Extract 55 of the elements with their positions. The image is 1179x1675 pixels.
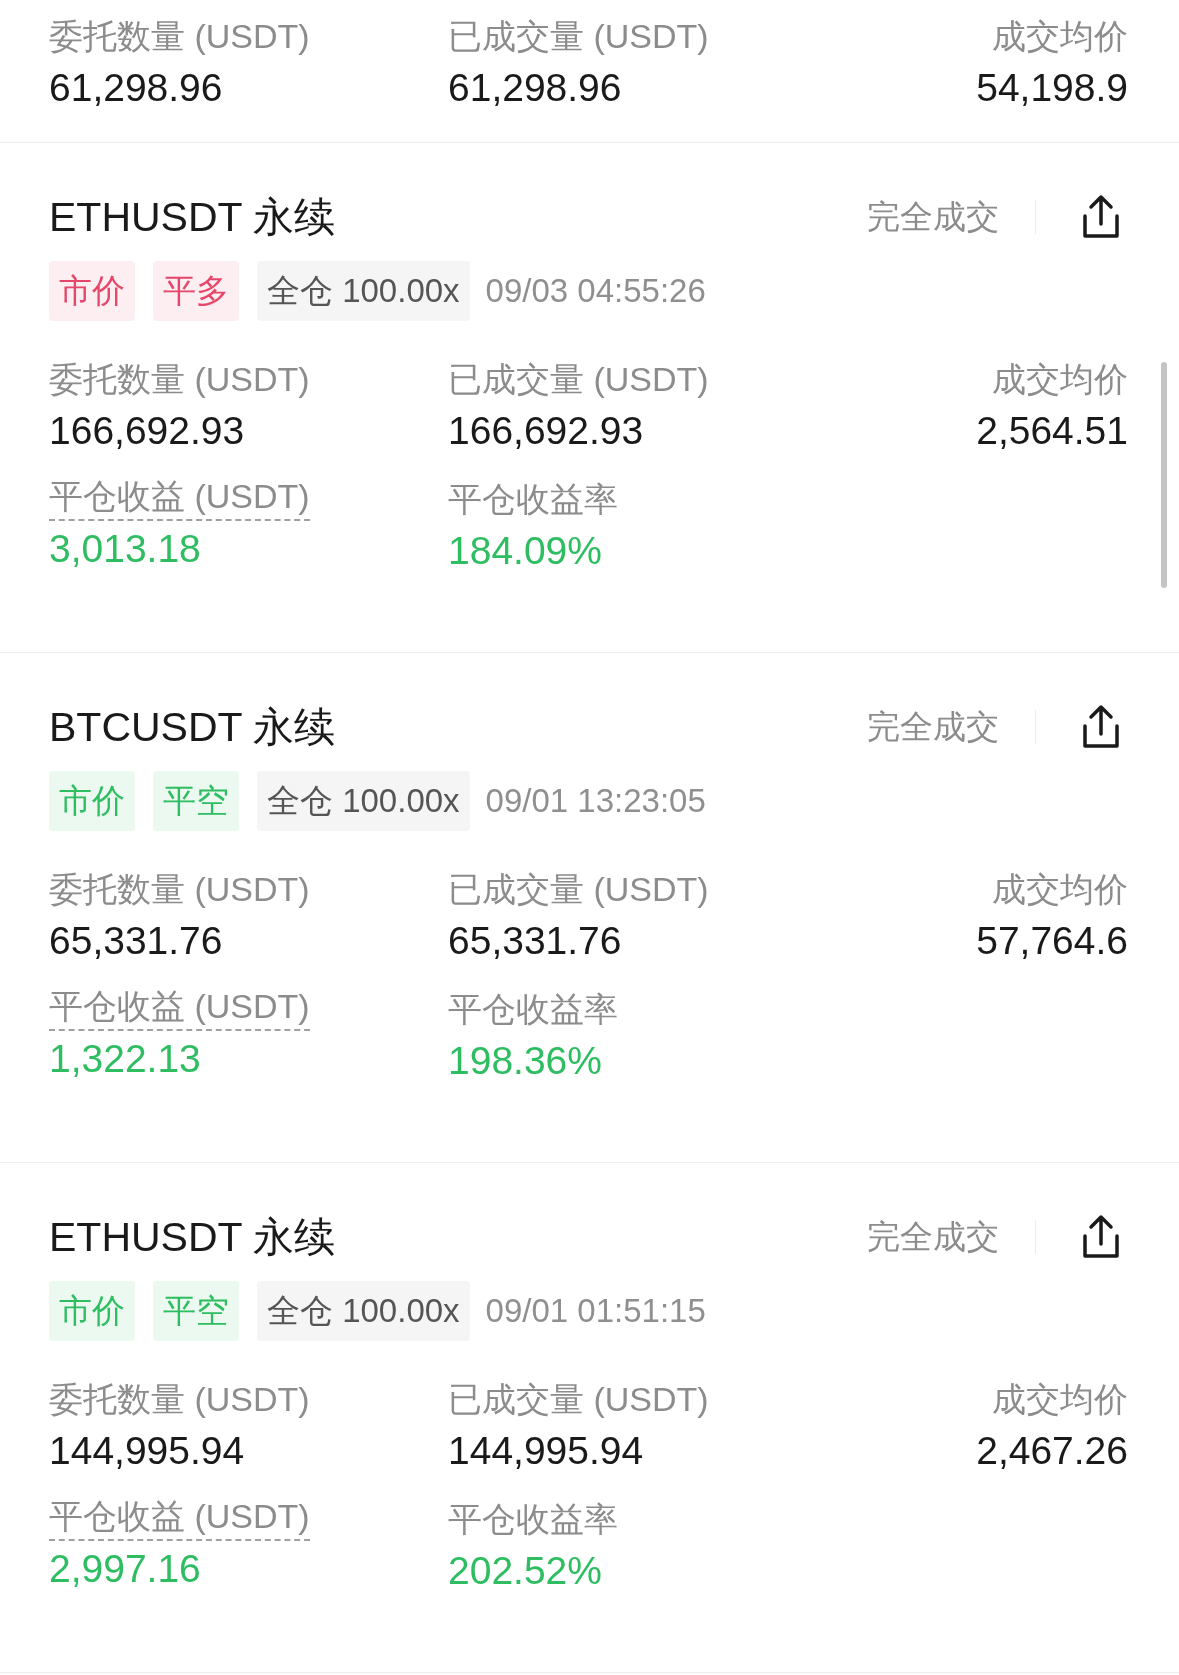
stat-value: 65,331.76 bbox=[49, 918, 224, 964]
stat-value: 144,995.94 bbox=[448, 1428, 645, 1474]
stat-label: 委托数量 (USDT) bbox=[49, 869, 310, 910]
order-status: 完全成交 bbox=[867, 1216, 999, 1257]
pnl-value: 3,013.18 bbox=[49, 526, 202, 572]
stat-value: 61,298.96 bbox=[49, 65, 224, 111]
stat-value: 54,198.9 bbox=[976, 65, 1128, 111]
stat-label: 成交均价 bbox=[992, 869, 1128, 910]
stat-value: 166,692.93 bbox=[49, 408, 246, 454]
stat-value: 2,564.51 bbox=[976, 408, 1128, 454]
order-tag: 市价 bbox=[49, 771, 135, 831]
order-symbol: ETHUSDT 永续 bbox=[49, 192, 337, 242]
stat-label: 委托数量 (USDT) bbox=[49, 359, 310, 400]
stat-label: 已成交量 (USDT) bbox=[448, 16, 709, 57]
stat-value: 65,331.76 bbox=[448, 918, 623, 964]
pnl-rate-value: 198.36% bbox=[448, 1038, 603, 1084]
stat-label: 委托数量 (USDT) bbox=[49, 1379, 310, 1420]
order-tag: 平空 bbox=[153, 771, 239, 831]
pnl-rate-label: 平仓收益率 bbox=[448, 479, 618, 520]
stat-value: 144,995.94 bbox=[49, 1428, 246, 1474]
pnl-value: 1,322.13 bbox=[49, 1036, 202, 1082]
stat-label: 已成交量 (USDT) bbox=[448, 1379, 709, 1420]
margin-tag: 全仓 100.00x bbox=[257, 261, 470, 321]
stat-label: 已成交量 (USDT) bbox=[448, 359, 709, 400]
stat-value: 61,298.96 bbox=[448, 65, 623, 111]
pnl-rate-value: 184.09% bbox=[448, 528, 603, 574]
order-symbol: ETHUSDT 永续 bbox=[49, 1212, 337, 1262]
order-status: 完全成交 bbox=[867, 196, 999, 237]
pnl-label[interactable]: 平仓收益 (USDT) bbox=[49, 475, 310, 521]
order-tag: 市价 bbox=[49, 261, 135, 321]
order-time: 09/03 04:55:26 bbox=[485, 272, 706, 310]
stat-value: 2,467.26 bbox=[976, 1428, 1128, 1474]
order-tag: 平多 bbox=[153, 261, 239, 321]
scroll-bar[interactable] bbox=[1161, 362, 1167, 588]
order-time: 09/01 01:51:15 bbox=[485, 1292, 706, 1330]
pnl-label[interactable]: 平仓收益 (USDT) bbox=[49, 985, 310, 1031]
margin-tag: 全仓 100.00x bbox=[257, 771, 470, 831]
order-symbol: BTCUSDT 永续 bbox=[49, 702, 337, 752]
pnl-label[interactable]: 平仓收益 (USDT) bbox=[49, 1495, 310, 1541]
stat-label: 成交均价 bbox=[992, 16, 1128, 57]
stat-label: 成交均价 bbox=[992, 359, 1128, 400]
order-tag: 平空 bbox=[153, 1281, 239, 1341]
margin-tag: 全仓 100.00x bbox=[257, 1281, 470, 1341]
stat-label: 已成交量 (USDT) bbox=[448, 869, 709, 910]
pnl-rate-label: 平仓收益率 bbox=[448, 1499, 618, 1540]
stat-label: 委托数量 (USDT) bbox=[49, 16, 310, 57]
pnl-rate-label: 平仓收益率 bbox=[448, 989, 618, 1030]
stat-label: 成交均价 bbox=[992, 1379, 1128, 1420]
pnl-rate-value: 202.52% bbox=[448, 1548, 603, 1594]
order-tag: 市价 bbox=[49, 1281, 135, 1341]
order-status: 完全成交 bbox=[867, 706, 999, 747]
stat-value: 166,692.93 bbox=[448, 408, 645, 454]
stat-value: 57,764.6 bbox=[976, 918, 1128, 964]
pnl-value: 2,997.16 bbox=[49, 1546, 202, 1592]
order-time: 09/01 13:23:05 bbox=[485, 782, 706, 820]
